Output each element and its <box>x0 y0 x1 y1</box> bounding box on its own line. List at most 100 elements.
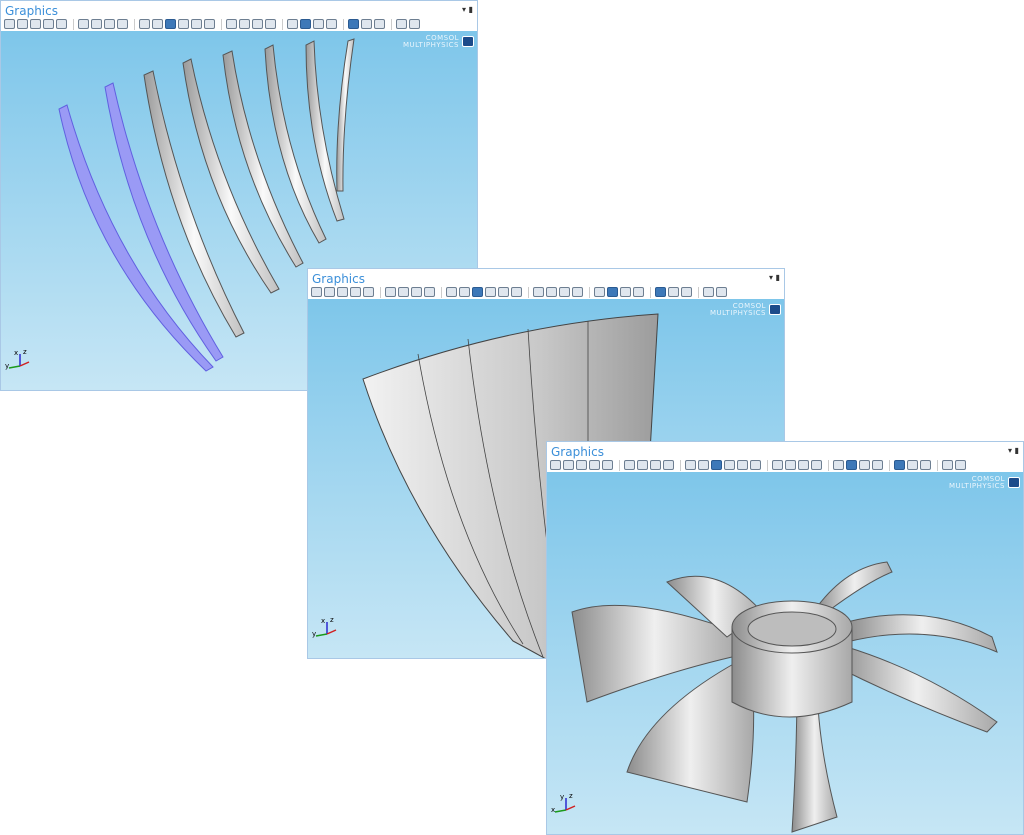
zx-plane-icon[interactable] <box>117 19 128 29</box>
zoom-box-icon[interactable] <box>30 19 41 29</box>
print-icon[interactable] <box>409 19 420 29</box>
show-legend-icon[interactable] <box>620 287 631 297</box>
clear-selection-icon[interactable] <box>265 19 276 29</box>
select-all-icon[interactable] <box>533 287 544 297</box>
view-grid-icon[interactable] <box>374 19 385 29</box>
blade <box>336 38 355 192</box>
graphics-viewport[interactable]: COMSOL MULTIPHYSICS xyz <box>547 472 1023 834</box>
headlight-icon[interactable] <box>498 287 509 297</box>
render-shaded-icon[interactable] <box>165 19 176 29</box>
toolbar-separator <box>889 459 890 471</box>
graphics-window-3: Graphics ▾ ▮ COMSOL MULTIPHYSICS xyz <box>546 441 1024 835</box>
xy-plane-icon[interactable] <box>91 19 102 29</box>
pin-icon[interactable]: ▾ ▮ <box>769 273 780 282</box>
headlight-icon[interactable] <box>737 460 748 470</box>
zoom-out-icon[interactable] <box>324 287 335 297</box>
yz-plane-icon[interactable] <box>104 19 115 29</box>
print-icon[interactable] <box>955 460 966 470</box>
axis-label: x <box>551 806 555 814</box>
axis-view-dropdown-icon[interactable] <box>624 460 635 470</box>
clear-selection-icon[interactable] <box>572 287 583 297</box>
select-all-icon[interactable] <box>772 460 783 470</box>
render-shaded-icon[interactable] <box>472 287 483 297</box>
box-select-icon[interactable] <box>252 19 263 29</box>
box-select-icon[interactable] <box>559 287 570 297</box>
hide-selected-icon[interactable] <box>511 287 522 297</box>
box-select-icon[interactable] <box>798 460 809 470</box>
zoom-in-icon[interactable] <box>4 19 15 29</box>
zx-plane-icon[interactable] <box>424 287 435 297</box>
show-legend-icon[interactable] <box>859 460 870 470</box>
show-toolbar-icon[interactable] <box>607 287 618 297</box>
graphics-toolbar <box>550 458 968 472</box>
select-objects-icon[interactable] <box>546 287 557 297</box>
select-all-icon[interactable] <box>226 19 237 29</box>
hide-selected-icon[interactable] <box>204 19 215 29</box>
window-title: Graphics <box>551 445 604 459</box>
view-active-icon[interactable] <box>655 287 666 297</box>
pin-icon[interactable]: ▾ ▮ <box>1008 446 1019 455</box>
scene-light-icon[interactable] <box>485 287 496 297</box>
view-multi-icon[interactable] <box>361 19 372 29</box>
view-active-icon[interactable] <box>894 460 905 470</box>
pin-icon[interactable]: ▾ ▮ <box>462 5 473 14</box>
zoom-extents-icon[interactable] <box>363 287 374 297</box>
show-legend-icon[interactable] <box>313 19 324 29</box>
toolbar-separator <box>937 459 938 471</box>
wireframe-render-icon[interactable] <box>152 19 163 29</box>
zoom-out-icon[interactable] <box>563 460 574 470</box>
transparency-icon[interactable] <box>139 19 150 29</box>
axis-triad: yx z <box>312 616 337 638</box>
select-objects-icon[interactable] <box>785 460 796 470</box>
zoom-extents-icon[interactable] <box>602 460 613 470</box>
clear-selection-icon[interactable] <box>811 460 822 470</box>
wireframe-render-icon[interactable] <box>459 287 470 297</box>
transparency-icon[interactable] <box>685 460 696 470</box>
camera-snapshot-icon[interactable] <box>396 19 407 29</box>
camera-snapshot-icon[interactable] <box>942 460 953 470</box>
hide-icon[interactable] <box>833 460 844 470</box>
hide-icon[interactable] <box>594 287 605 297</box>
view-grid-icon[interactable] <box>681 287 692 297</box>
show-toolbar-icon[interactable] <box>300 19 311 29</box>
view-multi-icon[interactable] <box>668 287 679 297</box>
zoom-in-icon[interactable] <box>311 287 322 297</box>
axis-triad: xy z <box>551 792 576 814</box>
scene-light-icon[interactable] <box>724 460 735 470</box>
wireframe-render-icon[interactable] <box>698 460 709 470</box>
render-shaded-icon[interactable] <box>711 460 722 470</box>
scene-light-icon[interactable] <box>178 19 189 29</box>
yz-plane-icon[interactable] <box>411 287 422 297</box>
zoom-out-icon[interactable] <box>17 19 28 29</box>
print-icon[interactable] <box>716 287 727 297</box>
axis-view-dropdown-icon[interactable] <box>78 19 89 29</box>
zx-plane-icon[interactable] <box>663 460 674 470</box>
show-toolbar-icon[interactable] <box>846 460 857 470</box>
reset-icon[interactable] <box>872 460 883 470</box>
zoom-box-icon[interactable] <box>576 460 587 470</box>
zoom-extents-icon[interactable] <box>56 19 67 29</box>
center-icon[interactable] <box>43 19 54 29</box>
hide-selected-icon[interactable] <box>750 460 761 470</box>
axis-view-dropdown-icon[interactable] <box>385 287 396 297</box>
axis-label: y <box>560 793 564 801</box>
reset-icon[interactable] <box>326 19 337 29</box>
headlight-icon[interactable] <box>191 19 202 29</box>
camera-snapshot-icon[interactable] <box>703 287 714 297</box>
view-grid-icon[interactable] <box>920 460 931 470</box>
zoom-box-icon[interactable] <box>337 287 348 297</box>
view-active-icon[interactable] <box>348 19 359 29</box>
reset-icon[interactable] <box>633 287 644 297</box>
zoom-in-icon[interactable] <box>550 460 561 470</box>
center-icon[interactable] <box>350 287 361 297</box>
toolbar-separator <box>441 286 442 298</box>
xy-plane-icon[interactable] <box>398 287 409 297</box>
view-multi-icon[interactable] <box>907 460 918 470</box>
center-icon[interactable] <box>589 460 600 470</box>
select-objects-icon[interactable] <box>239 19 250 29</box>
hide-icon[interactable] <box>287 19 298 29</box>
xy-plane-icon[interactable] <box>637 460 648 470</box>
transparency-icon[interactable] <box>446 287 457 297</box>
yz-plane-icon[interactable] <box>650 460 661 470</box>
fan-blade <box>846 614 998 653</box>
